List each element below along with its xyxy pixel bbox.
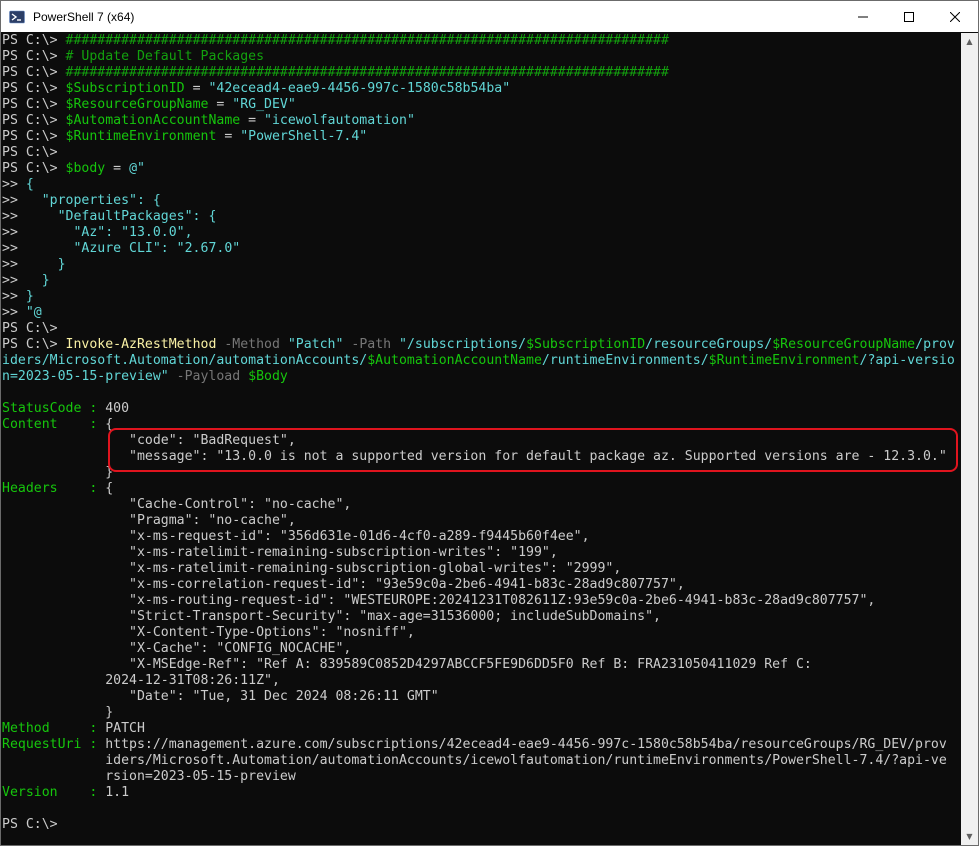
method-line: Method : PATCH: [2, 721, 145, 736]
error-highlight-box: [108, 428, 958, 472]
console-line: PS C:\> ################################…: [2, 65, 669, 80]
header-line: "Strict-Transport-Security": "max-age=31…: [2, 609, 661, 624]
console-line: >> "@: [2, 305, 42, 320]
powershell-icon: [9, 10, 25, 23]
console-line: PS C:\>: [2, 321, 66, 336]
header-line: "X-MSEdge-Ref": "Ref A: 839589C0852D4297…: [2, 657, 812, 672]
console-line: >> }: [2, 273, 50, 288]
header-line: "x-ms-ratelimit-remaining-subscription-g…: [2, 561, 622, 576]
request-uri-line: iders/Microsoft.Automation/automationAcc…: [2, 753, 947, 768]
console-line: >> {: [2, 177, 34, 192]
console-line: PS C:\> $SubscriptionID = "42ecead4-eae9…: [2, 81, 511, 96]
header-line: 2024-12-31T08:26:11Z",: [2, 673, 280, 688]
console-line: >> }: [2, 289, 34, 304]
console-line: >> "properties": {: [2, 193, 161, 208]
minimize-icon: [858, 16, 868, 17]
request-uri-line: RequestUri : https://management.azure.co…: [2, 737, 947, 752]
request-uri-line: rsion=2023-05-15-preview: [2, 769, 296, 784]
title-bar[interactable]: PowerShell 7 (x64): [1, 1, 978, 32]
close-button[interactable]: [932, 1, 978, 32]
header-line: "X-Content-Type-Options": "nosniff",: [2, 625, 415, 640]
console-line: PS C:\> $body = @": [2, 161, 145, 176]
powershell-window: PowerShell 7 (x64) PS C:\> #############…: [0, 0, 979, 846]
console-line: >> "Az": "13.0.0",: [2, 225, 193, 240]
command-line: iders/Microsoft.Automation/automationAcc…: [2, 353, 955, 368]
console-line: PS C:\> $ResourceGroupName = "RG_DEV": [2, 97, 296, 112]
console-line: PS C:\> ################################…: [2, 33, 669, 48]
header-line: "x-ms-request-id": "356d631e-01d6-4cf0-a…: [2, 529, 590, 544]
header-line: "Cache-Control": "no-cache",: [2, 497, 352, 512]
header-line: "x-ms-correlation-request-id": "93e59c0a…: [2, 577, 685, 592]
window-controls: [840, 1, 978, 32]
console-line: }: [2, 705, 114, 720]
console-line: PS C:\>: [2, 145, 66, 160]
header-line: "x-ms-routing-request-id": "WESTEUROPE:2…: [2, 593, 876, 608]
window-title: PowerShell 7 (x64): [33, 9, 135, 24]
console-line: PS C:\> # Update Default Packages: [2, 49, 265, 64]
console-line: >> }: [2, 257, 66, 272]
console-line: >> "Azure CLI": "2.67.0": [2, 241, 241, 256]
scroll-down-icon[interactable]: ▼: [961, 828, 978, 845]
console-line: >> "DefaultPackages": {: [2, 209, 217, 224]
header-line: "X-Cache": "CONFIG_NOCACHE",: [2, 641, 352, 656]
console-line: PS C:\> $RuntimeEnvironment = "PowerShel…: [2, 129, 368, 144]
minimize-button[interactable]: [840, 1, 886, 32]
command-line: n=2023-05-15-preview" -Payload $Body: [2, 369, 288, 384]
console-line: PS C:\> $AutomationAccountName = "icewol…: [2, 113, 415, 128]
scroll-up-icon[interactable]: ▲: [961, 33, 978, 50]
header-line: "Pragma": "no-cache",: [2, 513, 296, 528]
close-icon: [950, 11, 960, 22]
maximize-button[interactable]: [886, 1, 932, 32]
command-line: PS C:\> Invoke-AzRestMethod -Method "Pat…: [2, 337, 955, 352]
status-code-line: StatusCode : 400: [2, 401, 130, 416]
vertical-scrollbar[interactable]: ▲ ▼: [961, 33, 978, 845]
maximize-icon: [904, 11, 914, 22]
headers-line: Headers : {: [2, 481, 114, 496]
header-line: "x-ms-ratelimit-remaining-subscription-w…: [2, 545, 558, 560]
prompt-line[interactable]: PS C:\>: [2, 817, 960, 833]
version-line: Version : 1.1: [2, 785, 130, 800]
header-line: "Date": "Tue, 31 Dec 2024 08:26:11 GMT": [2, 689, 439, 704]
